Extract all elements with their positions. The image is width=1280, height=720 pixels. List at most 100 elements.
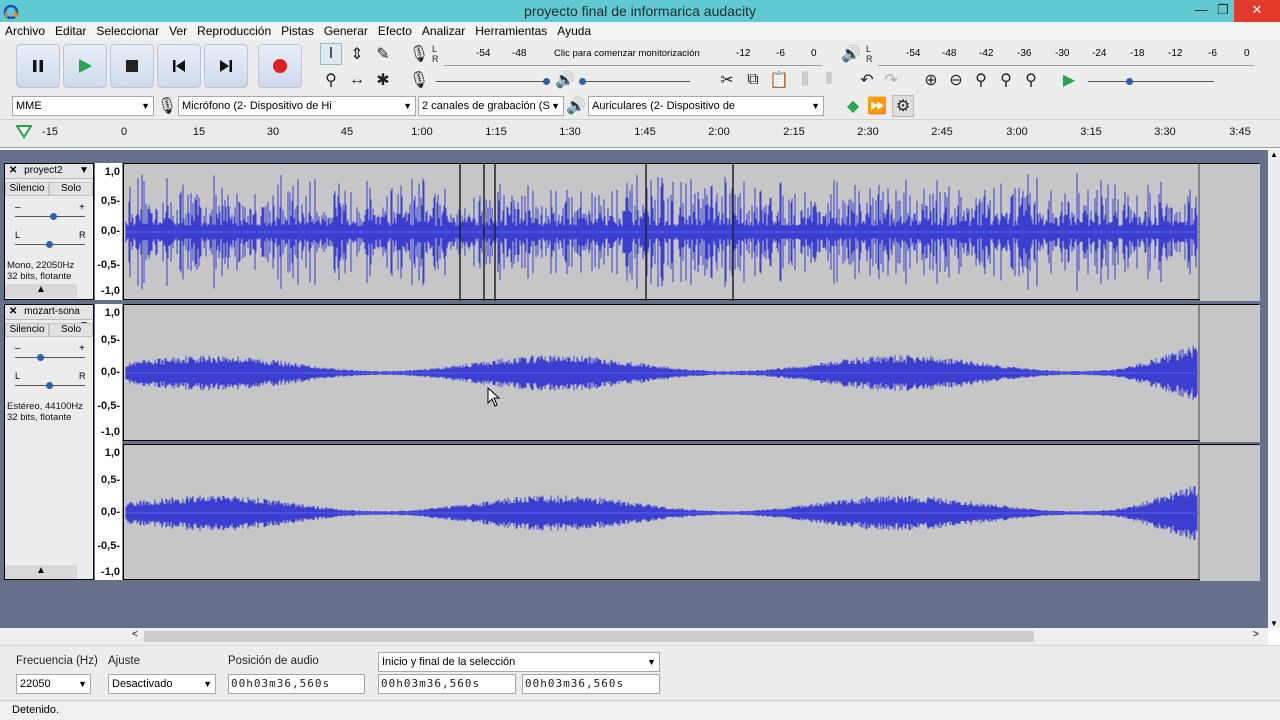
solo-button[interactable]: Solo — [49, 182, 93, 196]
redo-icon[interactable]: ↷ — [880, 69, 902, 91]
menu-seleccionar[interactable]: Seleccionar — [91, 22, 164, 40]
zoom-in-icon[interactable]: ⊕ — [920, 69, 942, 91]
mic-device-select[interactable]: Micrófono (2- Dispositivo de Hi ▼ — [178, 96, 416, 116]
playback-meter[interactable]: -54 -48 -42 -36 -30 -24 -18 -12 -6 0 — [878, 44, 1254, 66]
scroll-up-icon[interactable]: ▲ — [1268, 150, 1280, 159]
play-at-speed-icon[interactable]: ▶ — [1058, 69, 1080, 91]
record-volume-knob[interactable] — [543, 78, 550, 85]
microphone-icon[interactable]: 🎙 — [408, 43, 430, 65]
play-tick: -24 — [1092, 48, 1107, 59]
scale-label: -1,0 — [101, 426, 120, 438]
menu-pistas[interactable]: Pistas — [276, 22, 319, 40]
gain-knob[interactable] — [50, 213, 57, 220]
horizontal-scroll-thumb[interactable] — [144, 631, 1034, 642]
scrub-icon[interactable]: ◆ — [842, 95, 864, 117]
timeshift-tool-icon[interactable]: ↔ — [346, 69, 368, 91]
track-name[interactable]: mozart-sona — [24, 306, 80, 317]
output-device-value: Auriculares (2- Dispositivo de — [592, 100, 736, 112]
record-button[interactable] — [258, 44, 302, 88]
scroll-left-icon[interactable]: < — [132, 629, 138, 640]
close-track-icon[interactable]: ✕ — [9, 165, 17, 176]
vertical-scrollbar[interactable]: ▲ ▼ — [1268, 150, 1280, 628]
record-tick: -48 — [512, 48, 527, 59]
skip-end-button[interactable] — [204, 44, 248, 88]
scroll-down-icon[interactable]: ▼ — [1268, 619, 1280, 628]
audio-position-time[interactable]: 00h03m36,560s — [228, 674, 365, 694]
scrub-ruler-icon[interactable]: ⚙ — [892, 95, 914, 117]
zoom-toggle-icon[interactable]: ⚲ — [1020, 69, 1042, 91]
trim-icon[interactable]: ⫼ — [794, 69, 816, 91]
menu-efecto[interactable]: Efecto — [373, 22, 417, 40]
selection-mode-select[interactable]: Inicio y final de la selección ▼ — [378, 652, 660, 672]
selection-start-time[interactable]: 00h03m36,560s — [378, 674, 516, 694]
track-name[interactable]: proyect2 — [24, 165, 62, 176]
close-button[interactable]: ✕ — [1234, 0, 1280, 22]
menu-generar[interactable]: Generar — [319, 22, 373, 40]
host-select[interactable]: MME ▼ — [12, 96, 154, 116]
menu-ver[interactable]: Ver — [164, 22, 192, 40]
seek-icon[interactable]: ⏩ — [866, 95, 888, 117]
waveform-track-2-right[interactable] — [123, 444, 1260, 581]
menu-herramientas[interactable]: Herramientas — [470, 22, 552, 40]
fit-project-icon[interactable]: ⚲ — [995, 69, 1017, 91]
amplitude-scale[interactable]: 1,0 0,5- 0,0- -0,5- -1,0 — [95, 163, 123, 300]
waveform-track-2-left[interactable] — [123, 304, 1260, 442]
menu-archivo[interactable]: Archivo — [0, 22, 50, 40]
zoom-tool-icon[interactable]: ⚲ — [320, 69, 342, 91]
paste-icon[interactable]: 📋 — [768, 69, 790, 91]
playback-volume-knob[interactable] — [579, 78, 586, 85]
play-speed-knob[interactable] — [1126, 78, 1133, 85]
snap-select[interactable]: Desactivado ▼ — [108, 674, 216, 694]
menu-ayuda[interactable]: Ayuda — [552, 22, 596, 40]
amplitude-scale[interactable]: 1,0 0,5- 0,0- -0,5- -1,0 1,0 0,5- 0,0- -… — [95, 304, 123, 580]
horizontal-scrollbar[interactable]: < > — [0, 628, 1268, 645]
play-speed-slider[interactable] — [1088, 81, 1214, 82]
scroll-right-icon[interactable]: > — [1253, 629, 1259, 640]
collapse-track-button[interactable]: ▲ — [5, 565, 77, 579]
track-header[interactable]: ✕ mozart-sona ▼ — [5, 305, 93, 331]
track-menu-chevron-icon[interactable]: ▼ — [79, 164, 89, 178]
timeline-options-icon[interactable] — [16, 125, 32, 139]
title-bar: proyecto final de informarica audacity —… — [0, 0, 1280, 22]
silence-icon[interactable]: ⫴ — [818, 69, 840, 91]
stop-button[interactable] — [110, 44, 154, 88]
gain-slider[interactable] — [15, 357, 85, 358]
record-meter[interactable]: -54 -48 Clic para comenzar monitorizació… — [444, 44, 822, 66]
track-bits-info: 32 bits, flotante — [7, 412, 72, 423]
solo-button[interactable]: Solo — [49, 323, 93, 337]
mute-button[interactable]: Silencio — [5, 182, 49, 196]
close-track-icon[interactable]: ✕ — [9, 306, 17, 317]
project-rate-select[interactable]: 22050 ▼ — [16, 674, 91, 694]
pan-knob[interactable] — [46, 241, 53, 248]
ruler-tick: 3:00 — [1006, 126, 1028, 138]
track-header[interactable]: ✕ proyect2 ▼ — [5, 164, 93, 179]
collapse-track-button[interactable]: ▲ — [5, 284, 77, 298]
speaker-icon[interactable]: 🔊 — [840, 43, 862, 65]
mute-button[interactable]: Silencio — [5, 323, 49, 337]
menu-editar[interactable]: Editar — [50, 22, 91, 40]
chevron-down-icon: ▼ — [811, 101, 820, 111]
output-device-select[interactable]: Auriculares (2- Dispositivo de ▼ — [588, 96, 824, 116]
zoom-out-icon[interactable]: ⊖ — [945, 69, 967, 91]
record-volume-slider[interactable] — [436, 81, 548, 82]
selection-tool-icon[interactable]: I — [320, 43, 342, 65]
selection-end-time[interactable]: 00h03m36,560s — [522, 674, 660, 694]
multi-tool-icon[interactable]: ✱ — [372, 69, 394, 91]
play-button[interactable] — [63, 44, 107, 88]
playback-volume-slider[interactable] — [580, 81, 690, 82]
pan-knob[interactable] — [46, 382, 53, 389]
fit-selection-icon[interactable]: ⚲ — [970, 69, 992, 91]
copy-icon[interactable]: ⧉ — [742, 69, 764, 91]
waveform-track-1[interactable] — [123, 163, 1260, 301]
channels-select[interactable]: 2 canales de grabación (S ▼ — [418, 96, 564, 116]
draw-tool-icon[interactable]: ✎ — [372, 43, 394, 65]
gain-knob[interactable] — [37, 354, 44, 361]
skip-start-button[interactable] — [157, 44, 201, 88]
menu-reproduccion[interactable]: Reproducción — [192, 22, 276, 40]
cut-icon[interactable]: ✂ — [716, 69, 738, 91]
menu-analizar[interactable]: Analizar — [417, 22, 470, 40]
envelope-tool-icon[interactable]: ⇕ — [346, 43, 368, 65]
pause-button[interactable] — [16, 44, 60, 88]
waveform-right-channel — [125, 445, 1260, 581]
undo-icon[interactable]: ↶ — [856, 69, 878, 91]
